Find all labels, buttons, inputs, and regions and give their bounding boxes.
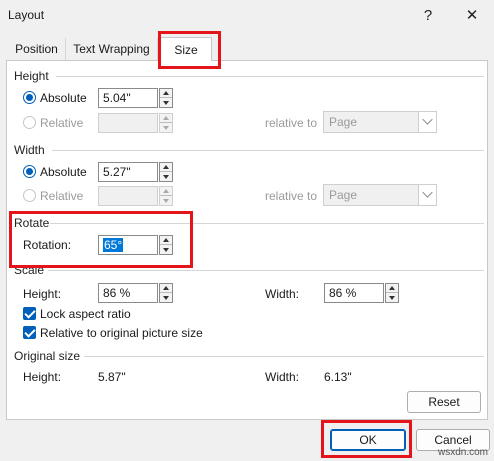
- size-tab-highlight: [158, 31, 221, 69]
- tab-position[interactable]: Position: [8, 38, 66, 60]
- dropdown-button: [418, 185, 436, 205]
- relative-original-label: Relative to original picture size: [40, 326, 203, 340]
- width-relative-to-label: relative to: [265, 189, 318, 203]
- original-size-divider: [84, 356, 484, 357]
- height-relative-label: Relative: [40, 116, 84, 130]
- width-relative-radio[interactable]: [23, 189, 36, 202]
- width-divider: [52, 150, 484, 151]
- scale-width-label: Width:: [265, 287, 300, 301]
- tab-text-wrapping[interactable]: Text Wrapping: [66, 38, 158, 60]
- original-width-label: Width:: [265, 370, 300, 384]
- width-absolute-radio[interactable]: [23, 165, 36, 178]
- height-absolute-label: Absolute: [40, 91, 87, 105]
- chevron-down-icon: [422, 187, 433, 198]
- height-divider: [56, 76, 484, 77]
- original-size-section-title: Original size: [14, 349, 81, 363]
- width-relative-to-value: Page: [329, 188, 358, 202]
- chevron-down-icon: [422, 114, 433, 125]
- height-absolute-input[interactable]: 5.04": [98, 88, 158, 108]
- dropdown-button: [418, 112, 436, 132]
- width-relative-label: Relative: [40, 189, 84, 203]
- height-absolute-radio[interactable]: [23, 91, 36, 104]
- height-relative-spinner[interactable]: [159, 113, 173, 133]
- lock-aspect-ratio-label: Lock aspect ratio: [40, 307, 131, 321]
- height-section-title: Height: [14, 69, 49, 83]
- original-height-label: Height:: [23, 370, 62, 384]
- original-height-value: 5.87": [98, 370, 126, 384]
- height-relative-to-value: Page: [329, 115, 358, 129]
- close-button[interactable]: ✕: [458, 4, 486, 26]
- width-absolute-label: Absolute: [40, 165, 87, 179]
- height-relative-to-select[interactable]: Page: [323, 111, 437, 133]
- height-absolute-spinner[interactable]: [159, 88, 173, 108]
- original-width-value: 6.13": [324, 370, 352, 384]
- height-relative-radio[interactable]: [23, 116, 36, 129]
- width-relative-input[interactable]: [98, 186, 158, 206]
- width-absolute-spinner[interactable]: [159, 162, 173, 182]
- scale-divider: [48, 270, 484, 271]
- relative-original-checkbox[interactable]: [23, 326, 36, 339]
- help-button[interactable]: ?: [414, 4, 442, 26]
- watermark: wsxdn.com: [438, 447, 489, 458]
- scale-height-spinner[interactable]: [159, 283, 173, 303]
- scale-height-input[interactable]: 86 %: [98, 283, 158, 303]
- scale-height-label: Height:: [23, 287, 62, 301]
- scale-width-input[interactable]: 86 %: [324, 283, 384, 303]
- scale-width-spinner[interactable]: [385, 283, 399, 303]
- ok-highlight: [321, 420, 412, 458]
- width-section-title: Width: [14, 143, 45, 157]
- width-relative-spinner[interactable]: [159, 186, 173, 206]
- window-title: Layout: [8, 8, 45, 22]
- height-relative-to-label: relative to: [265, 116, 318, 130]
- lock-aspect-ratio-checkbox[interactable]: [23, 307, 36, 320]
- width-absolute-input[interactable]: 5.27": [98, 162, 158, 182]
- reset-button[interactable]: Reset: [407, 391, 481, 413]
- width-relative-to-select[interactable]: Page: [323, 184, 437, 206]
- rotate-highlight: [9, 211, 193, 268]
- height-relative-input[interactable]: [98, 113, 158, 133]
